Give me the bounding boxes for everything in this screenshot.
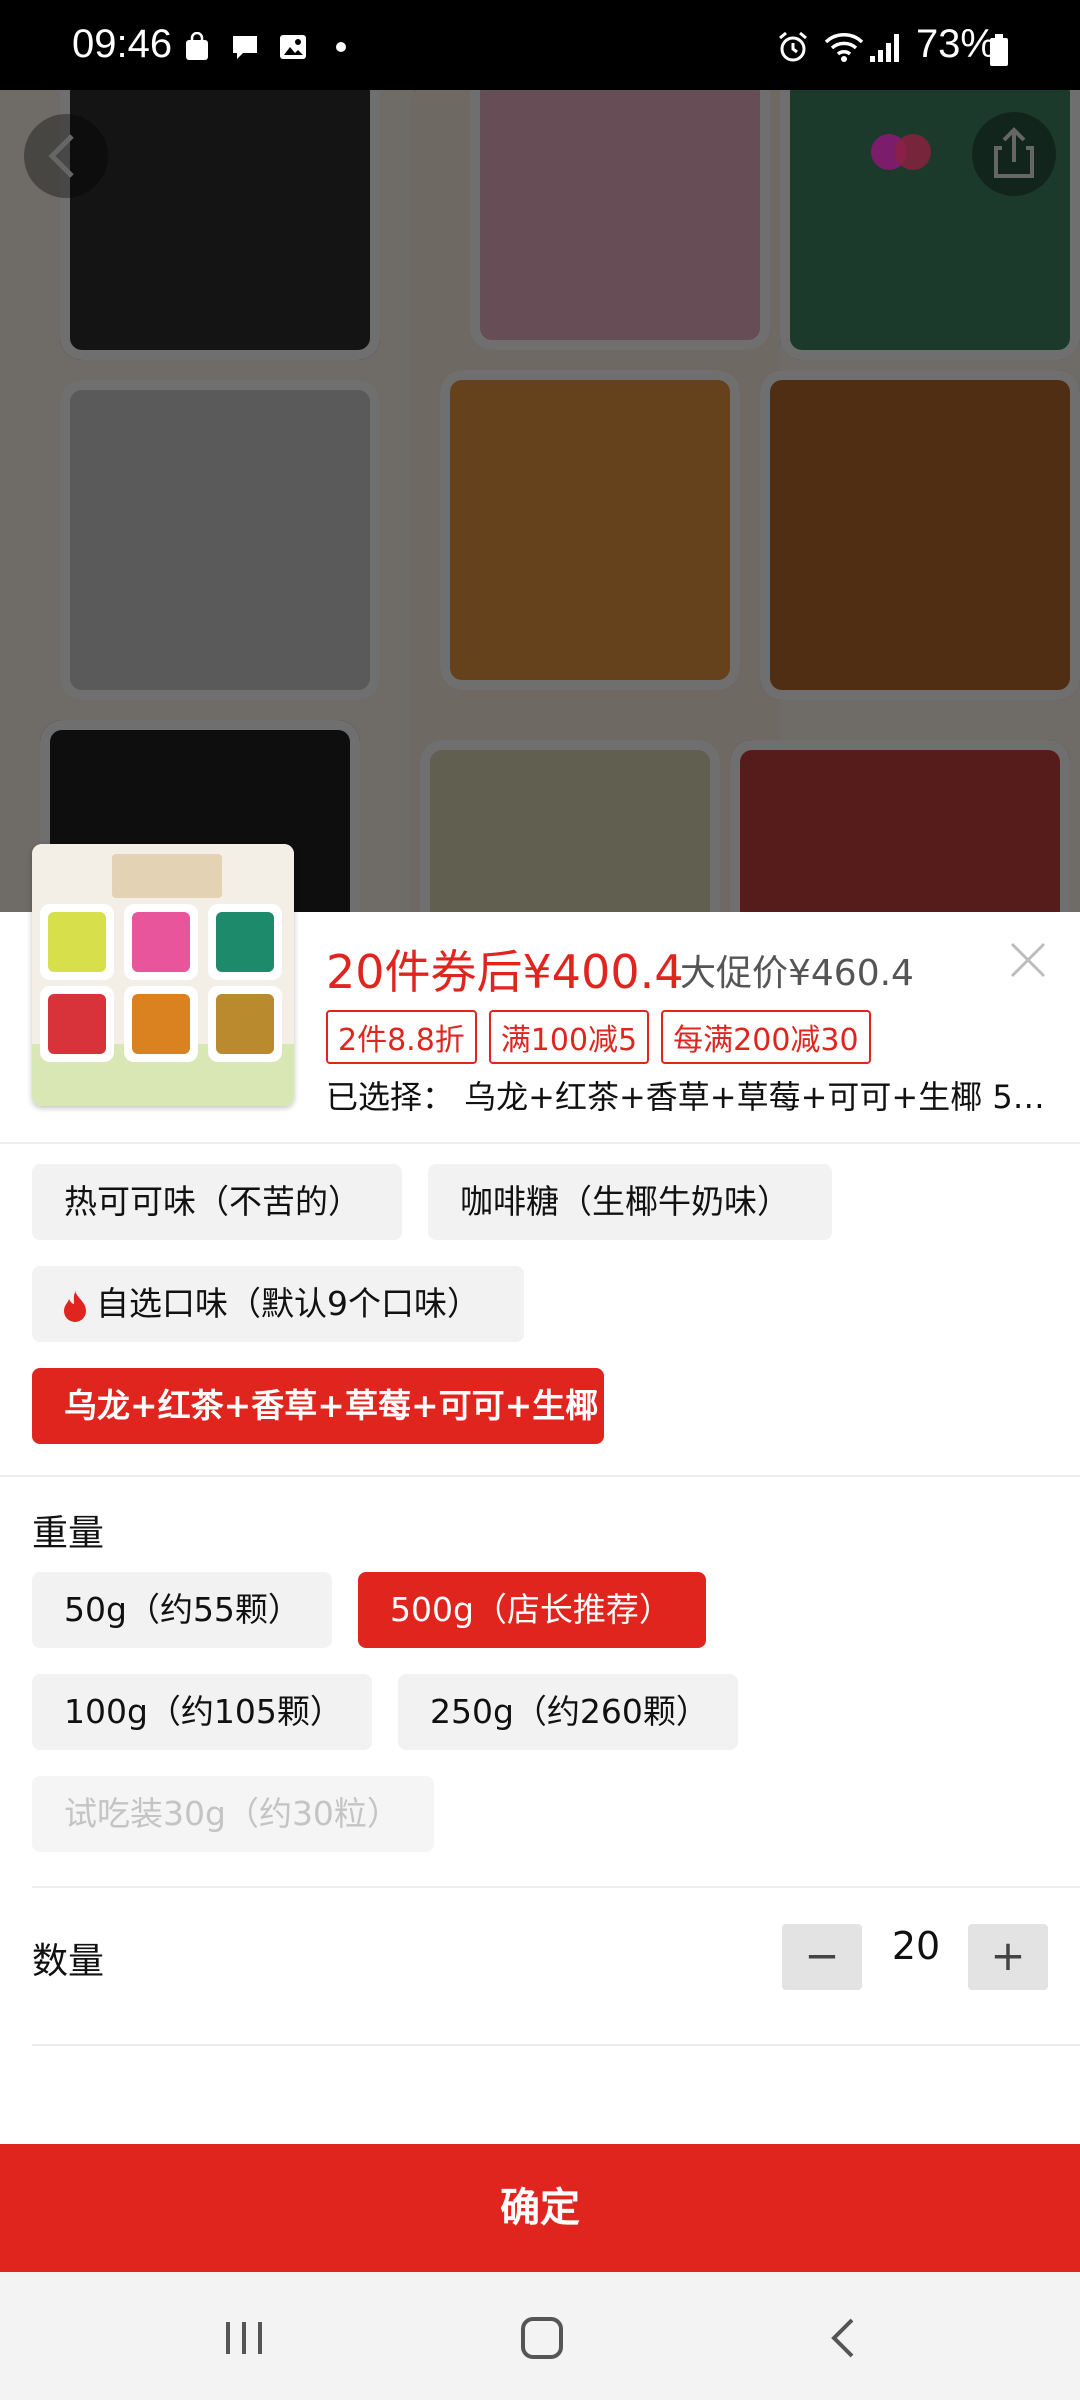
weight-option-30g-disabled: 试吃装30g（约30粒） bbox=[32, 1776, 434, 1852]
flavor-option-custom[interactable]: 自选口味（默认9个口味） bbox=[32, 1266, 524, 1342]
status-bar: 09:46 73% bbox=[0, 0, 1080, 90]
quantity-value[interactable]: 20 bbox=[866, 1924, 966, 1968]
chevron-left-icon bbox=[48, 134, 74, 178]
home-icon[interactable] bbox=[518, 2314, 566, 2362]
divider bbox=[32, 1886, 1080, 1888]
sku-selector-sheet: 20件券后¥400.4 大促价¥460.4 2件8.8折 满100减5 每满20… bbox=[0, 844, 1080, 2144]
flavor-option-label: 自选口味（默认9个口味） bbox=[96, 1284, 480, 1323]
gallery-icon bbox=[280, 35, 306, 59]
dot-icon bbox=[336, 42, 346, 52]
confirm-button[interactable]: 确定 bbox=[0, 2144, 1080, 2272]
back-nav-icon[interactable] bbox=[822, 2316, 866, 2360]
recent-apps-icon[interactable] bbox=[222, 2316, 266, 2360]
weight-option-500g-selected[interactable]: 500g（店长推荐） bbox=[358, 1572, 706, 1648]
promo-tags: 2件8.8折 满100减5 每满200减30 bbox=[326, 1010, 871, 1064]
signal-icon bbox=[870, 34, 899, 62]
weight-option-250g[interactable]: 250g（约260颗） bbox=[398, 1674, 738, 1750]
fire-icon bbox=[64, 1290, 86, 1322]
divider bbox=[0, 1475, 1080, 1477]
alarm-icon bbox=[779, 31, 807, 62]
promo-tag: 满100减5 bbox=[488, 1010, 650, 1064]
close-icon[interactable] bbox=[1006, 938, 1050, 982]
system-nav-bar bbox=[0, 2272, 1080, 2400]
share-button[interactable] bbox=[972, 112, 1056, 196]
flavor-option-hot-cocoa[interactable]: 热可可味（不苦的） bbox=[32, 1164, 402, 1240]
quantity-increase-button[interactable]: + bbox=[968, 1924, 1048, 1990]
message-icon bbox=[233, 36, 257, 59]
weight-option-100g[interactable]: 100g（约105颗） bbox=[32, 1674, 372, 1750]
quantity-decrease-button[interactable]: − bbox=[782, 1924, 862, 1990]
shopping-bag-icon bbox=[186, 32, 208, 60]
flavor-option-coffee-candy[interactable]: 咖啡糖（生椰牛奶味） bbox=[428, 1164, 832, 1240]
promo-tag: 2件8.8折 bbox=[326, 1010, 477, 1064]
status-time: 09:46 bbox=[72, 22, 173, 66]
divider bbox=[0, 1142, 1080, 1144]
product-thumbnail bbox=[32, 844, 294, 1106]
coupon-price: 20件券后¥400.4 bbox=[326, 945, 684, 999]
flavor-option-mix-selected[interactable]: 乌龙+红茶+香草+草莓+可可+生椰 bbox=[32, 1368, 604, 1444]
weight-label: 重量 bbox=[32, 1513, 105, 1554]
quantity-label: 数量 bbox=[32, 1941, 105, 1982]
wifi-icon bbox=[824, 33, 864, 62]
product-hero-image bbox=[0, 90, 1080, 912]
weight-option-50g[interactable]: 50g（约55颗） bbox=[32, 1572, 332, 1648]
promo-price: 大促价¥460.4 bbox=[680, 953, 914, 994]
battery-icon bbox=[990, 34, 1008, 66]
selected-summary: 已选择： 乌龙+红茶+香草+草莓+可可+生椰 500g（店长推荐） bbox=[326, 1078, 1051, 1116]
share-icon bbox=[994, 127, 1034, 178]
battery-percent: 73% bbox=[915, 22, 996, 66]
divider bbox=[32, 2044, 1080, 2046]
promo-tag: 每满200减30 bbox=[661, 1010, 871, 1064]
brand-logo-icon bbox=[871, 134, 931, 170]
back-button[interactable] bbox=[24, 114, 108, 198]
